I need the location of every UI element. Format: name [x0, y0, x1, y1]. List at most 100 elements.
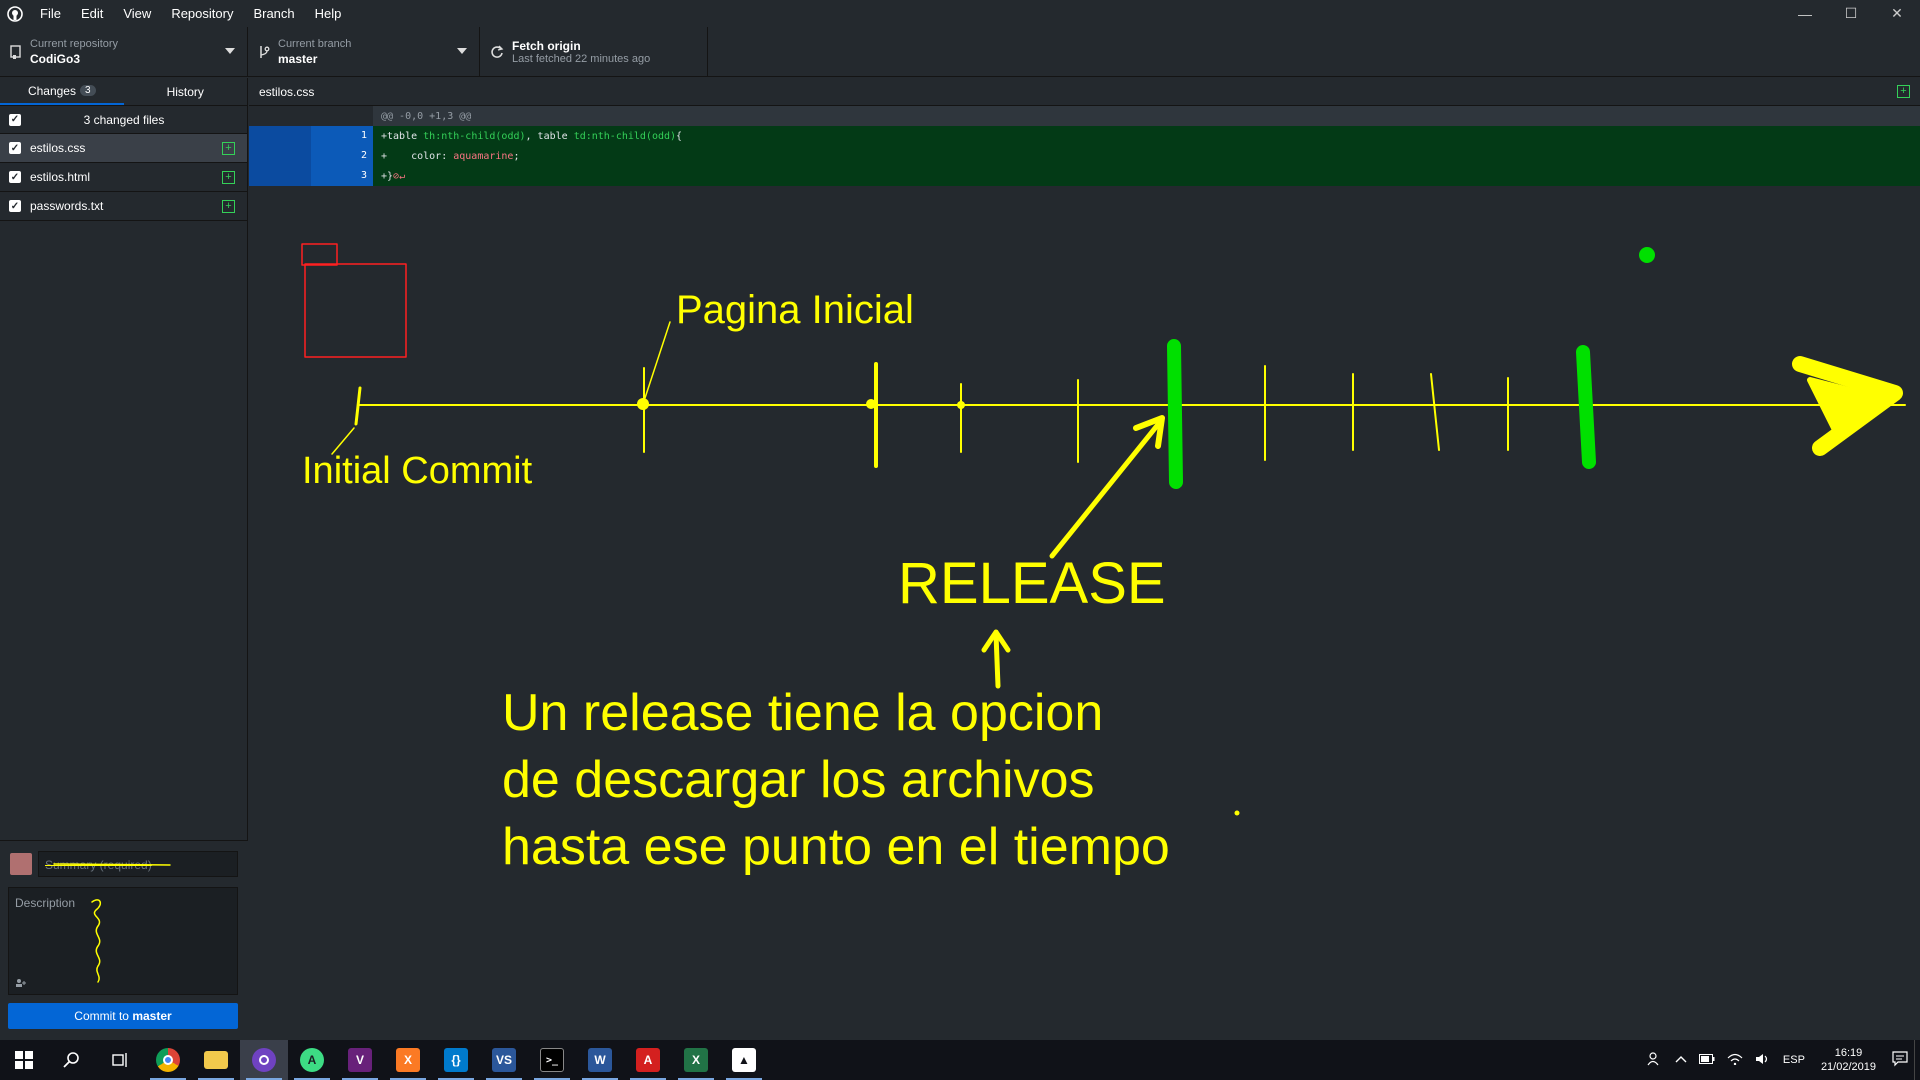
branch-label: Current branch [278, 38, 352, 50]
tab-changes[interactable]: Changes 3 [0, 78, 124, 105]
maximize-button[interactable]: ☐ [1828, 0, 1874, 27]
avatar [10, 853, 32, 875]
diff-content: @@ -0,0 +1,3 @@ 1 +table th:nth-child(od… [249, 106, 1920, 186]
diff-filename: estilos.css [259, 84, 315, 99]
fetch-sub: Last fetched 22 minutes ago [512, 53, 651, 65]
commit-button[interactable]: Commit to master [8, 1003, 238, 1029]
chevron-down-icon [225, 48, 235, 54]
photos-icon[interactable]: ▲ [720, 1040, 768, 1080]
github-logo-icon [0, 0, 30, 27]
repo-value: CodiGo3 [30, 52, 80, 66]
commit-panel: Summary (required) Description Commit to… [0, 840, 248, 1040]
current-repository-dropdown[interactable]: Current repository CodiGo3 [0, 27, 248, 77]
diff-view: estilos.css + @@ -0,0 +1,3 @@ 1 +table t… [249, 78, 1920, 1040]
repo-icon [10, 45, 21, 59]
tab-changes-label: Changes [27, 83, 76, 98]
diff-line[interactable]: 2 + color: aquamarine; [249, 146, 1920, 166]
task-view-icon[interactable] [96, 1040, 144, 1080]
vscode-icon[interactable]: {} [432, 1040, 480, 1080]
file-explorer-icon[interactable] [192, 1040, 240, 1080]
current-branch-dropdown[interactable]: Current branch master [248, 27, 480, 77]
menu-branch[interactable]: Branch [243, 6, 304, 21]
line-number: 3 [311, 166, 373, 186]
visual-studio-icon[interactable]: V [336, 1040, 384, 1080]
branch-value: master [278, 52, 318, 66]
chrome-icon[interactable] [144, 1040, 192, 1080]
file-row[interactable]: ✓ estilos.html + [0, 163, 247, 192]
description-placeholder: Description [15, 896, 76, 910]
file-row[interactable]: ✓ estilos.css + [0, 134, 247, 163]
branch-icon [260, 46, 270, 58]
file-checkbox[interactable]: ✓ [9, 142, 21, 154]
search-icon[interactable] [48, 1040, 96, 1080]
fetch-label: Fetch origin [512, 39, 581, 53]
terminal-icon[interactable]: >_ [528, 1040, 576, 1080]
diff-file-header: estilos.css + [249, 78, 1920, 106]
file-added-icon: + [222, 142, 235, 155]
file-name: passwords.txt [30, 199, 104, 213]
xampp-icon[interactable]: X [384, 1040, 432, 1080]
code-text: +} [381, 170, 394, 182]
language-indicator[interactable]: ESP [1783, 1054, 1805, 1066]
line-number: 1 [311, 126, 373, 146]
code-selector: th:nth-child(odd) [423, 130, 526, 142]
taskbar: A V X {} VS >_ W A X ▲ ESP 16:19 21/02/2… [0, 1040, 1920, 1080]
no-newline-icon: ⊘↵ [393, 170, 406, 182]
diff-line[interactable]: 1 +table th:nth-child(odd), table td:nth… [249, 126, 1920, 146]
windows-start-icon[interactable] [0, 1040, 48, 1080]
file-row[interactable]: ✓ passwords.txt + [0, 192, 247, 221]
acrobat-icon[interactable]: A [624, 1040, 672, 1080]
excel-icon[interactable]: X [672, 1040, 720, 1080]
description-input[interactable]: Description [8, 887, 238, 995]
file-checkbox[interactable]: ✓ [9, 171, 21, 183]
summary-input[interactable]: Summary (required) [38, 851, 238, 877]
clock-time: 16:19 [1834, 1047, 1863, 1059]
code-text: ; [513, 150, 520, 162]
android-studio-icon[interactable]: A [288, 1040, 336, 1080]
system-tray: ESP 16:19 21/02/2019 [1641, 1040, 1920, 1080]
tab-history[interactable]: History [124, 78, 248, 105]
show-desktop-button[interactable] [1914, 1040, 1920, 1080]
notifications-icon[interactable] [1892, 1050, 1908, 1070]
menu-view[interactable]: View [113, 6, 161, 21]
commit-button-branch: master [132, 1009, 172, 1023]
battery-icon[interactable] [1698, 1053, 1715, 1067]
people-icon[interactable] [1647, 1051, 1663, 1069]
github-desktop-icon[interactable] [240, 1040, 288, 1080]
minimize-button[interactable]: — [1782, 0, 1828, 27]
file-added-icon: + [222, 200, 235, 213]
close-button[interactable]: ✕ [1874, 0, 1920, 27]
file-name: estilos.html [30, 170, 91, 184]
clock-date: 21/02/2019 [1820, 1061, 1876, 1073]
toolbar: Current repository CodiGo3 Current branc… [0, 27, 1920, 77]
changed-files-count: 3 changed files [83, 112, 165, 127]
code-text: +table [381, 130, 424, 142]
menu-help[interactable]: Help [305, 6, 352, 21]
chevron-down-icon [457, 48, 467, 54]
file-added-icon: + [1897, 85, 1910, 98]
code-selector: td:nth-child(odd) [573, 130, 677, 142]
wifi-icon[interactable] [1727, 1053, 1743, 1068]
menu-edit[interactable]: Edit [71, 6, 113, 21]
file-added-icon: + [222, 171, 235, 184]
menu-repository[interactable]: Repository [161, 6, 243, 21]
line-number: 2 [311, 146, 373, 166]
visual-studio-installer-icon[interactable]: VS [480, 1040, 528, 1080]
volume-icon[interactable] [1755, 1053, 1771, 1068]
hunk-text: @@ -0,0 +1,3 @@ [381, 110, 472, 122]
menu-file[interactable]: File [30, 6, 71, 21]
diff-line[interactable]: 3 +}⊘↵ [249, 166, 1920, 186]
code-text: + color: [381, 150, 454, 162]
file-checkbox[interactable]: ✓ [9, 200, 21, 212]
clock[interactable]: 16:19 21/02/2019 [1821, 1046, 1876, 1074]
code-value: aquamarine [453, 150, 514, 162]
file-name: estilos.css [30, 141, 86, 155]
chevron-up-icon[interactable] [1675, 1054, 1687, 1066]
fetch-origin-button[interactable]: Fetch origin Last fetched 22 minutes ago [480, 27, 708, 77]
changes-count-badge: 3 [79, 85, 96, 96]
code-text: { [676, 130, 683, 142]
repo-label: Current repository [30, 38, 119, 50]
word-icon[interactable]: W [576, 1040, 624, 1080]
code-text: , table [525, 130, 574, 142]
changed-files-header: ✓ 3 changed files [0, 106, 247, 134]
